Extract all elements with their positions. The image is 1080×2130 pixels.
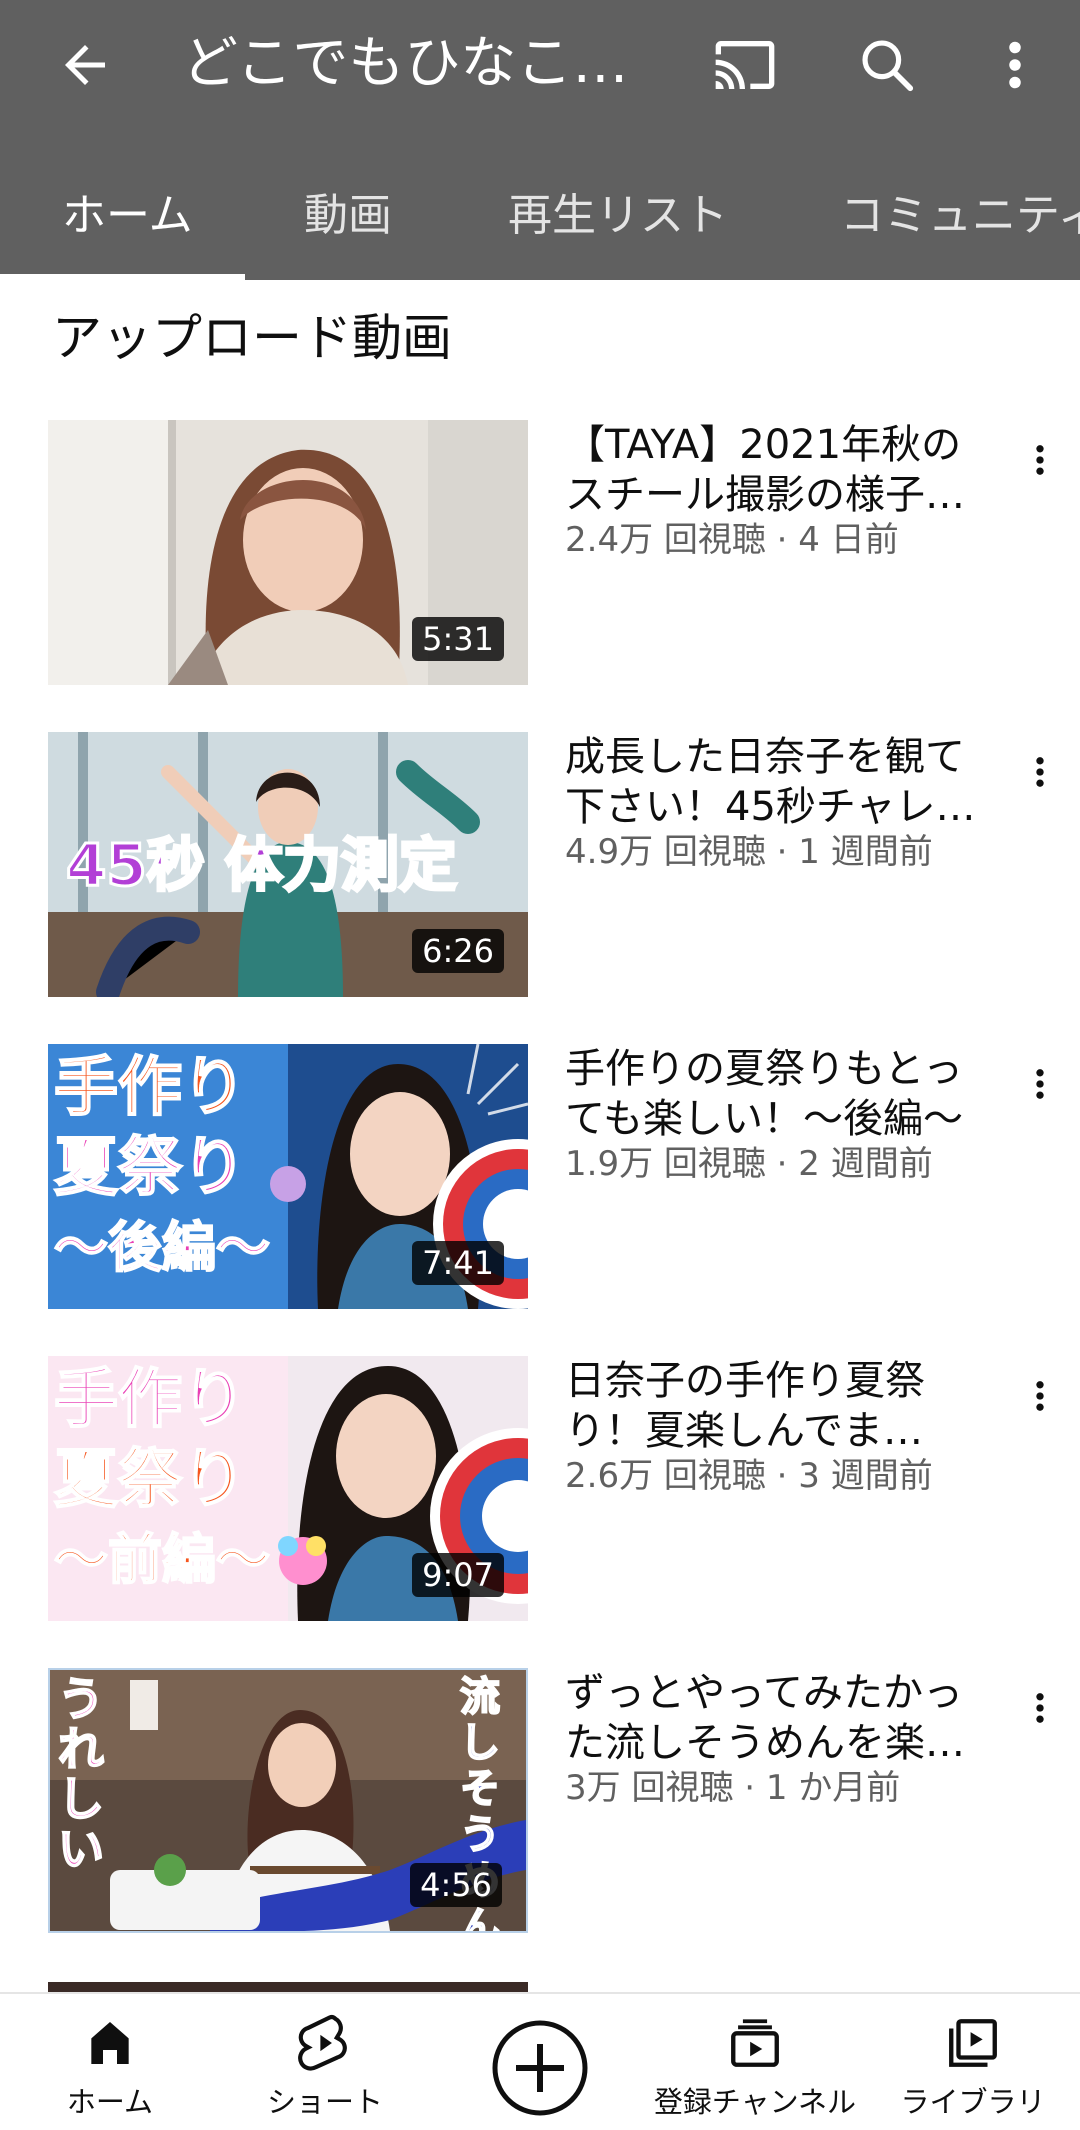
thumb-line: 〜前編〜 xyxy=(53,1527,271,1592)
tab-playlists[interactable]: 再生リスト xyxy=(508,186,728,246)
more-vert-icon xyxy=(1009,41,1021,89)
subscriptions-icon xyxy=(731,2019,779,2067)
video-more-button[interactable] xyxy=(1012,732,1068,812)
video-item[interactable]: 5:31 【TAYA】2021年秋のスチール撮影の様子… 2.4万 回視聴 · … xyxy=(0,420,1080,690)
more-vert-icon xyxy=(1036,757,1044,787)
video-title: 日奈子の手作り夏祭り！夏楽しんでま… xyxy=(565,1358,925,1454)
channel-title: どこでもひなこ… xyxy=(182,31,629,96)
create-icon xyxy=(492,2020,588,2116)
more-vert-icon xyxy=(1036,1693,1044,1723)
thumb-line: 夏祭り xyxy=(53,1442,247,1518)
library-icon xyxy=(949,2019,997,2067)
video-thumbnail-partial[interactable] xyxy=(48,1982,528,1992)
video-thumbnail[interactable]: 手作り 夏祭り 〜前編〜 9:07 xyxy=(48,1356,528,1621)
active-tab-indicator xyxy=(0,274,245,280)
arrow-left-icon xyxy=(65,45,105,85)
channel-header: どこでもひなこ… ホーム 動画 再生リスト コミュニティ xyxy=(0,0,1080,280)
nav-label: ショート xyxy=(266,2085,383,2119)
nav-home[interactable]: ホーム xyxy=(40,1994,180,2130)
nav-create[interactable] xyxy=(480,1994,600,2130)
thumb-line: 〜後編〜 xyxy=(53,1215,271,1280)
bottom-navigation: ホーム ショート 登録チャンネル ライブラリ xyxy=(0,1992,1080,2130)
cast-icon xyxy=(715,41,775,89)
thumbnail-overlay-text: うれしい xyxy=(57,1672,105,1876)
section-title: アップロード動画 xyxy=(52,309,452,367)
video-meta: 2.4万 回視聴 · 4 日前 xyxy=(565,520,899,560)
nav-subscriptions[interactable]: 登録チャンネル xyxy=(645,1994,865,2130)
video-thumbnail[interactable]: 手作り 夏祭り 〜後編〜 7:41 xyxy=(48,1044,528,1309)
more-vert-icon xyxy=(1036,1381,1044,1411)
video-duration: 9:07 xyxy=(412,1553,504,1597)
cast-button[interactable] xyxy=(700,20,790,110)
video-duration: 6:26 xyxy=(412,929,504,973)
more-vert-icon xyxy=(1036,1069,1044,1099)
video-thumbnail[interactable]: 5:31 xyxy=(48,420,528,685)
video-more-button[interactable] xyxy=(1012,1356,1068,1436)
thumbnail-overlay-text: 手作り 夏祭り 〜前編〜 xyxy=(53,1360,284,1600)
nav-library[interactable]: ライブラリ xyxy=(893,1994,1053,2130)
video-more-button[interactable] xyxy=(1012,1668,1068,1748)
home-icon xyxy=(91,2022,129,2064)
tab-community[interactable]: コミュニティ xyxy=(840,186,1080,246)
shorts-icon xyxy=(298,2015,347,2071)
video-meta: 2.6万 回視聴 · 3 週間前 xyxy=(565,1456,933,1496)
nav-label: ホーム xyxy=(66,2085,154,2119)
tab-videos[interactable]: 動画 xyxy=(304,186,392,246)
video-duration: 7:41 xyxy=(412,1241,504,1285)
nav-label: 登録チャンネル xyxy=(653,2085,857,2119)
app-bar: どこでもひなこ… xyxy=(0,0,1080,130)
thumbnail-overlay-text: 45秒 体力測定 xyxy=(65,831,459,900)
video-item[interactable]: うれしい 流しそうめん 4:56 ずっとやってみたかった流しそうめんを楽… 3万… xyxy=(0,1668,1080,1938)
thumb-line: 手作り xyxy=(53,1362,247,1438)
video-more-button[interactable] xyxy=(1012,1044,1068,1124)
more-vert-icon xyxy=(1036,445,1044,475)
video-item[interactable]: 45秒 体力測定 6:26 成長した日奈子を観て下さい！45秒チャレ… 4.9万… xyxy=(0,732,1080,1002)
nav-shorts[interactable]: ショート xyxy=(250,1994,400,2130)
video-title: ずっとやってみたかった流しそうめんを楽… xyxy=(565,1670,965,1766)
channel-tabs: ホーム 動画 再生リスト コミュニティ xyxy=(0,148,1080,280)
video-title: 【TAYA】2021年秋のスチール撮影の様子… xyxy=(565,422,965,518)
video-thumbnail[interactable]: うれしい 流しそうめん 4:56 xyxy=(48,1668,528,1933)
video-meta: 1.9万 回視聴 · 2 週間前 xyxy=(565,1144,933,1184)
video-duration: 5:31 xyxy=(412,617,504,661)
thumb-line: 手作り xyxy=(53,1050,247,1126)
video-more-button[interactable] xyxy=(1012,420,1068,500)
back-button[interactable] xyxy=(40,20,130,110)
more-options-button[interactable] xyxy=(970,20,1060,110)
video-item[interactable]: 手作り 夏祭り 〜後編〜 7:41 手作りの夏祭りもとっても楽しい！〜後編〜 1… xyxy=(0,1044,1080,1314)
search-icon xyxy=(862,40,914,92)
video-title: 手作りの夏祭りもとっても楽しい！〜後編〜 xyxy=(565,1046,963,1142)
search-button[interactable] xyxy=(842,20,932,110)
nav-label: ライブラリ xyxy=(900,2085,1046,2119)
video-thumbnail[interactable]: 45秒 体力測定 6:26 xyxy=(48,732,528,997)
video-meta: 4.9万 回視聴 · 1 週間前 xyxy=(565,832,933,872)
video-duration: 4:56 xyxy=(410,1863,502,1907)
video-item[interactable]: 手作り 夏祭り 〜前編〜 9:07 日奈子の手作り夏祭り！夏楽しんでま… 2.6… xyxy=(0,1356,1080,1626)
thumbnail-overlay-text: 手作り 夏祭り 〜後編〜 xyxy=(53,1048,284,1288)
tab-home[interactable]: ホーム xyxy=(62,186,193,246)
video-title: 成長した日奈子を観て下さい！45秒チャレ… xyxy=(565,734,976,830)
thumb-line: 夏祭り xyxy=(53,1130,247,1206)
video-meta: 3万 回視聴 · 1 か月前 xyxy=(565,1768,901,1808)
